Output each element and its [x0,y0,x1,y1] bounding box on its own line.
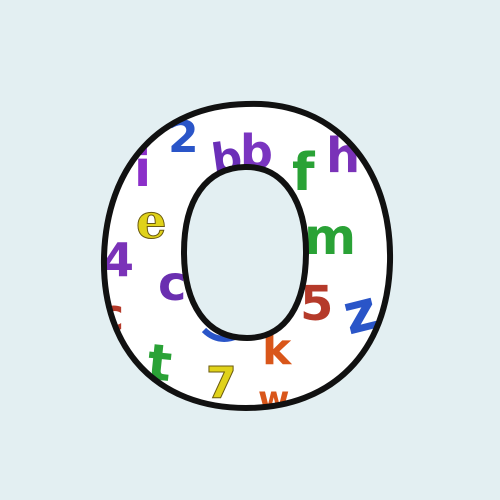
glyph-m: m [304,208,356,266]
background [0,0,500,500]
glyph-7: 7 [206,358,237,409]
letter-o-illustration: 2 i b b f h e m 4 c c 5 z k t 7 w [0,0,500,500]
glyph-e: e [136,194,167,250]
